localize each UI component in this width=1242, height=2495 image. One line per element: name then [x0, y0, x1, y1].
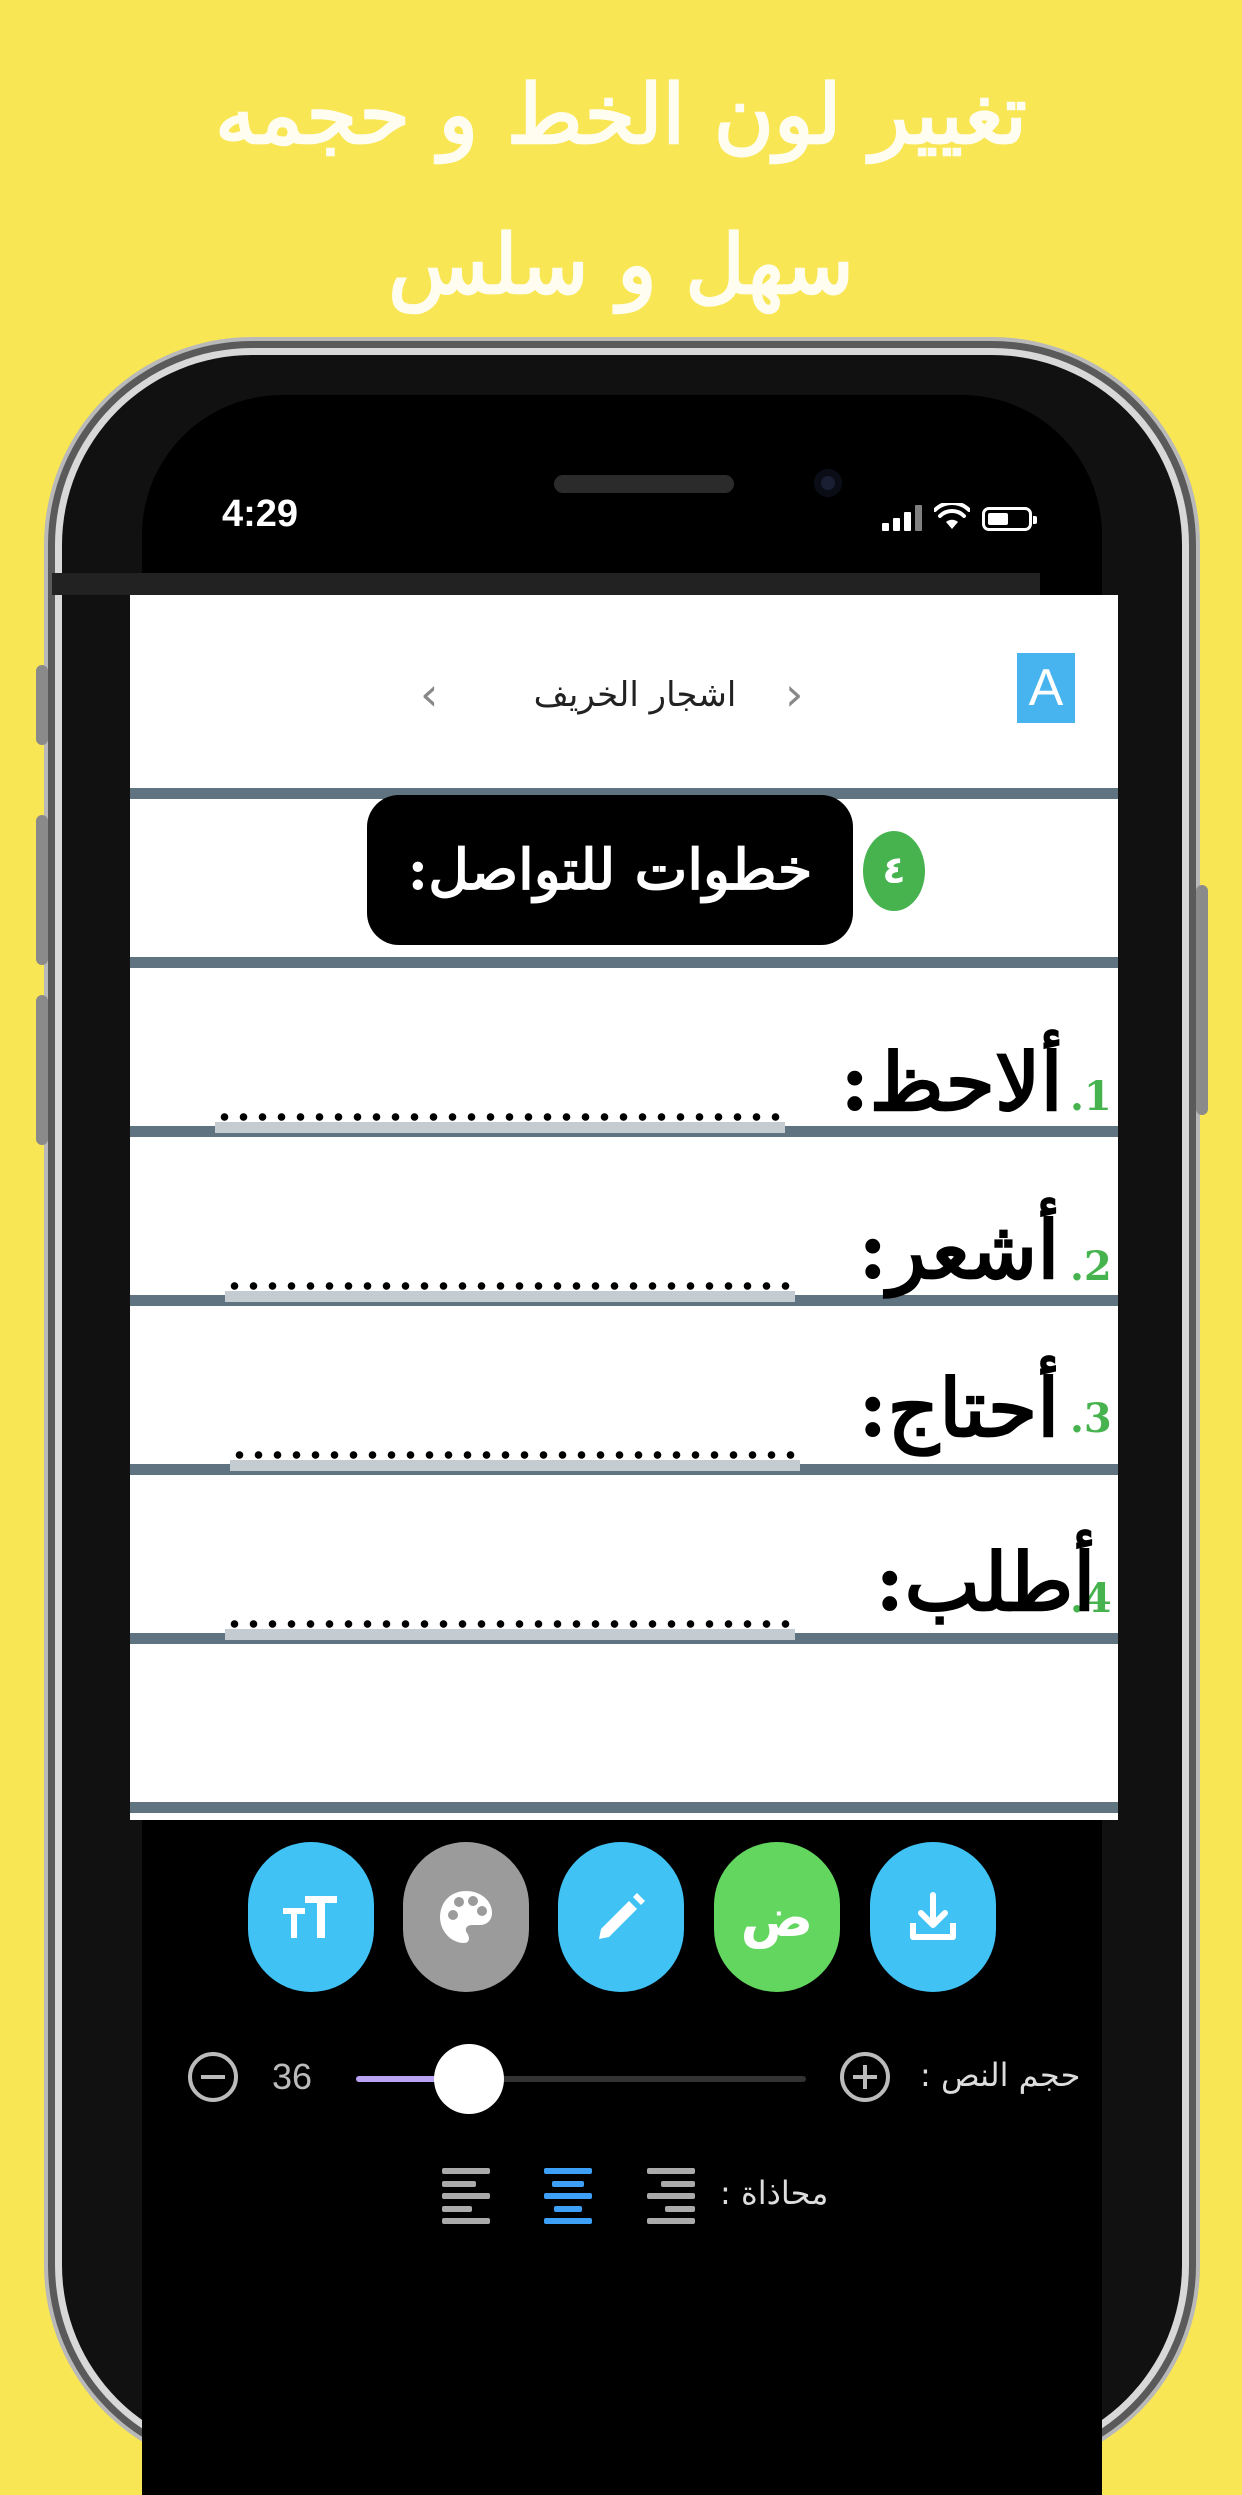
align-right-icon[interactable] [643, 2168, 695, 2224]
text-size-value: 36 [272, 2056, 313, 2097]
answer-blank[interactable] [215, 1093, 785, 1133]
text-size-label: حجم النص : [920, 2056, 1081, 2094]
battery-icon [982, 507, 1037, 531]
promo-headline: تغيير لون الخط و حجمه سهل و سلس [0, 40, 1242, 340]
worksheet-heading[interactable]: خطوات للتواصل: [367, 795, 853, 945]
item-number: .3 [1070, 1395, 1112, 1442]
align-left-icon[interactable] [442, 2168, 494, 2224]
pen-button[interactable] [558, 1842, 684, 1992]
text-size-button[interactable] [248, 1842, 374, 1992]
pencil-icon [599, 1893, 645, 1939]
chevron-left-icon[interactable]: ‹ [420, 667, 438, 721]
alignment-label: محاذاة : [720, 2174, 829, 2212]
doc-top-strip [52, 573, 1040, 595]
phone-volume-down [36, 995, 48, 1145]
status-icons [882, 501, 1037, 531]
decrease-size-icon[interactable] [188, 2052, 238, 2102]
ruled-line [130, 957, 1118, 968]
promo-line-1: تغيير لون الخط و حجمه [215, 67, 1027, 163]
text-size-slider[interactable] [356, 2044, 806, 2114]
chevron-right-icon[interactable]: › [785, 667, 803, 721]
phone-power-button [1196, 885, 1208, 1115]
download-button[interactable] [870, 1842, 996, 1992]
document-title: اشجار الخريف [533, 675, 737, 715]
phone-volume-up [36, 815, 48, 965]
slider-thumb[interactable] [433, 2044, 504, 2114]
arabic-font-button[interactable]: ض [714, 1842, 840, 1992]
color-palette-button[interactable] [403, 1842, 529, 1992]
cellular-signal-icon [882, 505, 922, 531]
status-time: 4:29 [222, 493, 299, 535]
item-number: .2 [1070, 1243, 1112, 1290]
answer-blank[interactable] [230, 1431, 800, 1471]
promo-line-2: سهل و سلس [388, 217, 854, 313]
item-number: .1 [1070, 1073, 1112, 1120]
answer-blank[interactable] [225, 1600, 795, 1640]
font-badge-icon[interactable]: A [1017, 653, 1075, 723]
item-label[interactable]: ألاحظ: [840, 1035, 1063, 1129]
align-center-icon[interactable] [542, 2168, 594, 2224]
worksheet-canvas[interactable]: ‹ اشجار الخريف › A خطوات للتواصل: ٤ .1 أ… [130, 595, 1118, 1820]
increase-size-icon[interactable] [840, 2052, 890, 2102]
text-size-row: 36 حجم النص : [130, 2040, 1118, 2120]
wifi-icon [934, 503, 970, 529]
item-label[interactable]: أحتاج: [858, 1361, 1059, 1455]
palette-icon [440, 1891, 492, 1943]
heading-number-badge: ٤ [863, 831, 925, 911]
answer-blank[interactable] [225, 1262, 795, 1302]
phone-mute-switch [36, 665, 48, 745]
front-camera [814, 469, 842, 497]
earpiece-speaker [554, 475, 734, 493]
ruled-line [130, 1802, 1118, 1813]
text-size-icon [283, 1896, 337, 1938]
item-label[interactable]: أشعر: [858, 1203, 1060, 1297]
item-label[interactable]: أطلب: [875, 1535, 1095, 1629]
download-icon [910, 1892, 956, 1940]
